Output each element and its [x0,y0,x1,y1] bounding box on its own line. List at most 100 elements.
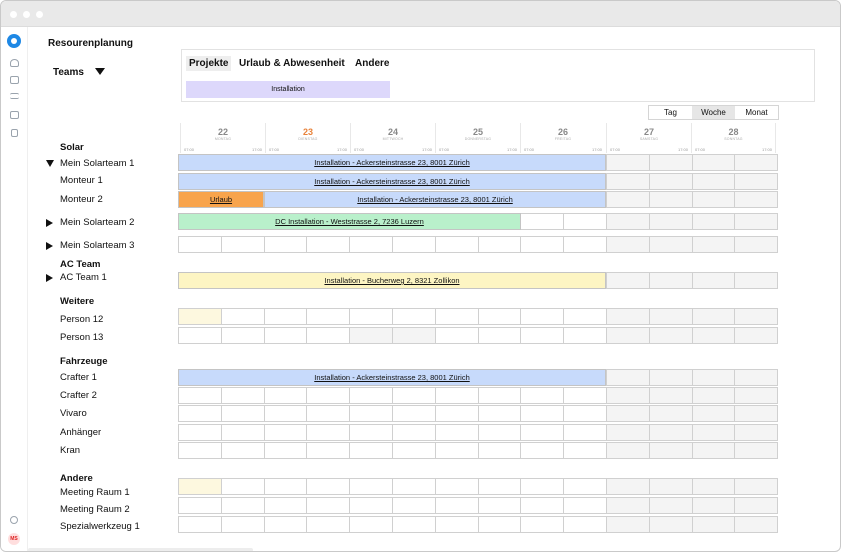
schedule-cell[interactable] [648,516,693,533]
schedule-cell[interactable] [477,308,522,325]
expand-caret-icon[interactable] [46,219,53,227]
row-label-mein-solarteam-2[interactable]: Mein Solarteam 2 [60,217,134,228]
schedule-cell[interactable] [392,478,436,495]
row-label-kran[interactable]: Kran [60,445,80,456]
legend-tab-urlaub[interactable]: Urlaub & Abwesenheit [236,56,348,71]
schedule-cell[interactable] [306,424,351,441]
event-bar[interactable]: Installation - Bucherweg 2, 8321 Zolliko… [178,272,606,289]
schedule-cell[interactable] [606,516,650,533]
window-dot-icon[interactable] [23,11,30,18]
schedule-cell[interactable] [606,154,650,171]
schedule-cell[interactable] [477,387,522,404]
schedule-cell[interactable] [691,424,736,441]
schedule-cell[interactable] [648,424,693,441]
row-label-vivaro[interactable]: Vivaro [60,408,87,419]
schedule-cell[interactable] [691,516,736,533]
schedule-cell[interactable] [306,516,351,533]
schedule-cell[interactable] [734,308,779,325]
schedule-cell[interactable] [734,424,779,441]
home-icon[interactable] [10,59,19,67]
schedule-cell[interactable] [563,478,607,495]
schedule-cell[interactable] [220,442,265,459]
schedule-cell[interactable] [691,191,736,208]
legend-tab-andere[interactable]: Andere [352,56,392,71]
legend-chip-installation[interactable]: Installation [186,81,390,98]
schedule-cell[interactable] [563,516,607,533]
collapse-caret-icon[interactable] [46,160,54,167]
schedule-cell[interactable] [434,442,479,459]
schedule-cell[interactable] [349,478,393,495]
row-label-monteur-2[interactable]: Monteur 2 [60,194,103,205]
schedule-cell[interactable] [178,236,222,253]
schedule-cell[interactable] [606,236,650,253]
schedule-cell[interactable] [263,387,308,404]
schedule-cell[interactable] [734,369,779,386]
transfer-icon[interactable] [10,93,19,99]
schedule-cell[interactable] [606,173,650,190]
schedule-cell[interactable] [434,478,479,495]
schedule-cell[interactable] [306,442,351,459]
schedule-cell[interactable] [220,405,265,422]
schedule-cell[interactable] [648,405,693,422]
schedule-cell[interactable] [349,236,393,253]
expand-caret-icon[interactable] [46,242,53,250]
schedule-cell[interactable] [734,191,779,208]
schedule-cell[interactable] [392,516,436,533]
schedule-cell[interactable] [349,424,393,441]
schedule-cell[interactable] [734,173,779,190]
schedule-cell[interactable] [734,327,779,344]
schedule-cell[interactable] [520,497,565,514]
schedule-cell[interactable] [734,387,779,404]
schedule-cell[interactable] [520,387,565,404]
schedule-cell[interactable] [648,154,693,171]
event-bar[interactable]: Installation - Ackersteinstrasse 23, 800… [178,154,606,171]
schedule-cell[interactable] [477,442,522,459]
inbox-icon[interactable] [10,76,19,84]
schedule-cell[interactable] [477,236,522,253]
schedule-cell[interactable] [520,442,565,459]
schedule-cell[interactable] [606,424,650,441]
schedule-cell[interactable] [220,308,265,325]
schedule-cell[interactable] [306,236,351,253]
schedule-cell[interactable] [563,387,607,404]
schedule-cell[interactable] [691,154,736,171]
schedule-cell[interactable] [220,424,265,441]
schedule-cell[interactable] [263,497,308,514]
event-bar[interactable]: Installation - Ackersteinstrasse 23, 800… [178,173,606,190]
schedule-cell[interactable] [263,478,308,495]
event-bar[interactable]: Installation - Ackersteinstrasse 23, 800… [178,369,606,386]
schedule-cell[interactable] [349,327,393,344]
event-bar[interactable]: DC Installation - Weststrasse 2, 7236 Lu… [178,213,521,230]
schedule-cell[interactable] [606,369,650,386]
schedule-cell[interactable] [691,369,736,386]
schedule-cell[interactable] [563,308,607,325]
schedule-cell[interactable] [263,327,308,344]
schedule-cell[interactable] [606,308,650,325]
schedule-cell[interactable] [563,405,607,422]
schedule-cell[interactable] [178,308,222,325]
schedule-cell[interactable] [263,405,308,422]
schedule-cell[interactable] [691,308,736,325]
row-label-person-13[interactable]: Person 13 [60,332,103,343]
row-label-mein-solarteam-3[interactable]: Mein Solarteam 3 [60,240,134,251]
schedule-cell[interactable] [734,478,779,495]
schedule-cell[interactable] [178,478,222,495]
user-avatar[interactable]: MS [8,533,20,545]
schedule-cell[interactable] [606,272,650,289]
schedule-cell[interactable] [178,387,222,404]
schedule-cell[interactable] [178,424,222,441]
schedule-cell[interactable] [220,236,265,253]
schedule-cell[interactable] [691,497,736,514]
schedule-cell[interactable] [606,191,650,208]
schedule-cell[interactable] [734,516,779,533]
schedule-cell[interactable] [520,405,565,422]
schedule-cell[interactable] [691,173,736,190]
schedule-cell[interactable] [520,308,565,325]
schedule-cell[interactable] [220,516,265,533]
schedule-cell[interactable] [220,478,265,495]
schedule-cell[interactable] [220,327,265,344]
schedule-cell[interactable] [349,442,393,459]
schedule-cell[interactable] [349,497,393,514]
schedule-cell[interactable] [691,387,736,404]
schedule-cell[interactable] [520,424,565,441]
